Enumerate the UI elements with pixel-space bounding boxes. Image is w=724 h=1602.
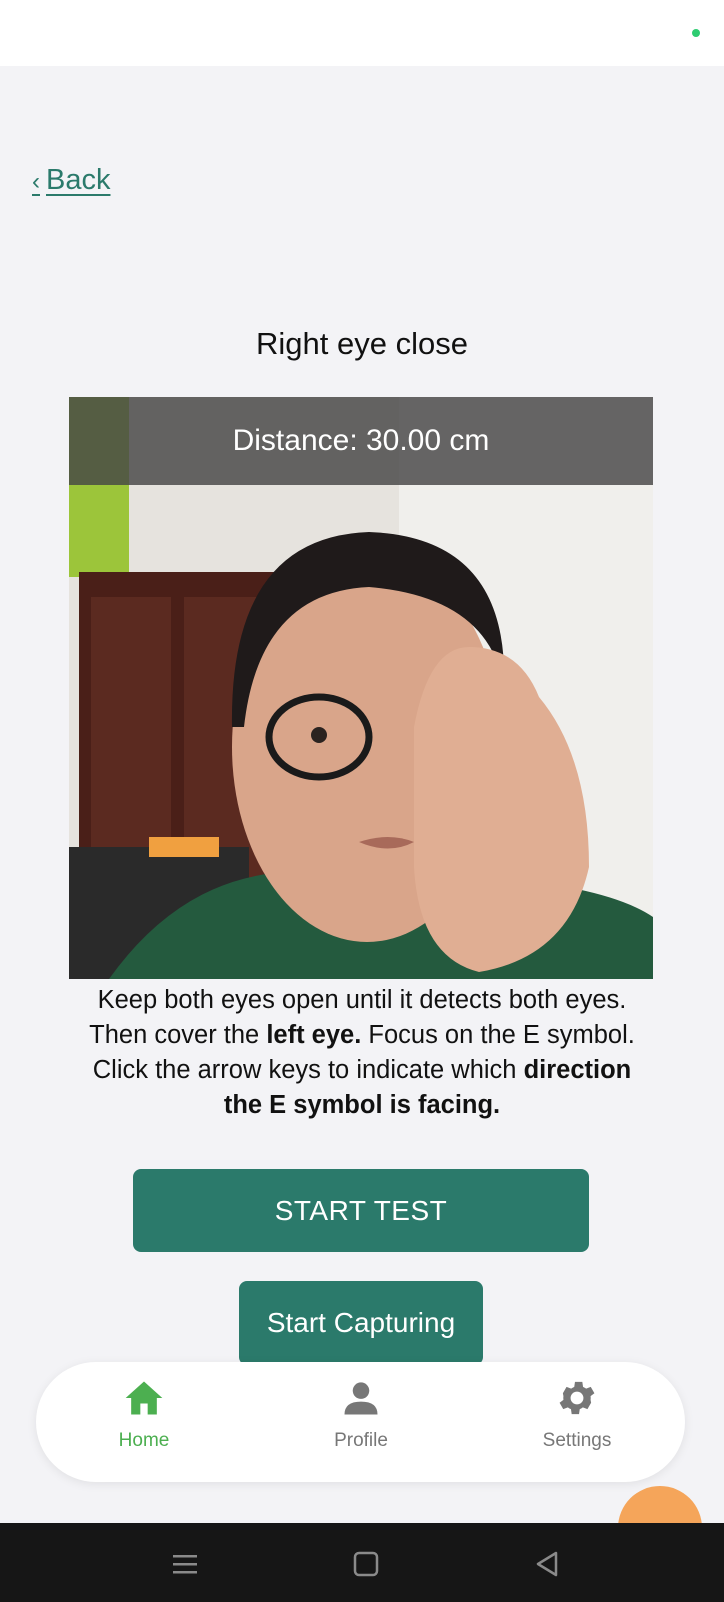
instruction-line-3: Click the arrow keys to indicate which d… <box>30 1053 694 1088</box>
tab-profile-label: Profile <box>334 1430 388 1451</box>
tab-profile[interactable]: Profile <box>281 1362 441 1482</box>
instruction-text: Focus on the E symbol. <box>361 1021 635 1049</box>
chevron-left-icon: ‹ <box>32 168 40 195</box>
tab-settings-label: Settings <box>542 1430 612 1451</box>
home-icon <box>125 1381 163 1415</box>
instruction-text: Then cover the <box>89 1021 267 1049</box>
gear-icon <box>559 1381 595 1415</box>
instruction-emphasis: the E symbol is facing. <box>223 1091 501 1119</box>
home-square-icon[interactable] <box>349 1547 383 1581</box>
system-nav-bar <box>0 1523 724 1602</box>
bottom-tab-bar: Home Profile Settings <box>36 1362 685 1482</box>
instruction-line-1: Keep both eyes open until it detects bot… <box>97 986 627 1014</box>
camera-preview: Distance: 30.00 cm <box>69 397 653 979</box>
instruction-emphasis: direction <box>523 1056 632 1084</box>
status-bar <box>0 0 724 66</box>
instruction-line-4: the E symbol is facing. <box>30 1088 694 1123</box>
tab-home-label: Home <box>118 1430 170 1451</box>
instructions-text: Keep both eyes open until it detects bot… <box>30 983 694 1123</box>
instruction-emphasis: left eye. <box>266 1021 362 1049</box>
distance-readout: Distance: 30.00 cm <box>69 397 653 485</box>
back-triangle-icon[interactable] <box>530 1547 564 1581</box>
start-test-button[interactable]: START TEST <box>133 1169 589 1252</box>
back-link[interactable]: ‹ Back <box>32 164 110 197</box>
instruction-text: Click the arrow keys to indicate which <box>92 1056 524 1084</box>
menu-icon[interactable] <box>168 1547 202 1581</box>
status-indicator-dot <box>692 29 700 37</box>
start-capturing-button[interactable]: Start Capturing <box>239 1281 483 1365</box>
tab-settings[interactable]: Settings <box>497 1362 657 1482</box>
page-title: Right eye close <box>256 326 468 361</box>
back-label: Back <box>46 164 111 196</box>
tab-home[interactable]: Home <box>64 1362 224 1482</box>
person-icon <box>344 1382 378 1415</box>
instruction-line-2: Then cover the left eye. Focus on the E … <box>30 1018 694 1053</box>
